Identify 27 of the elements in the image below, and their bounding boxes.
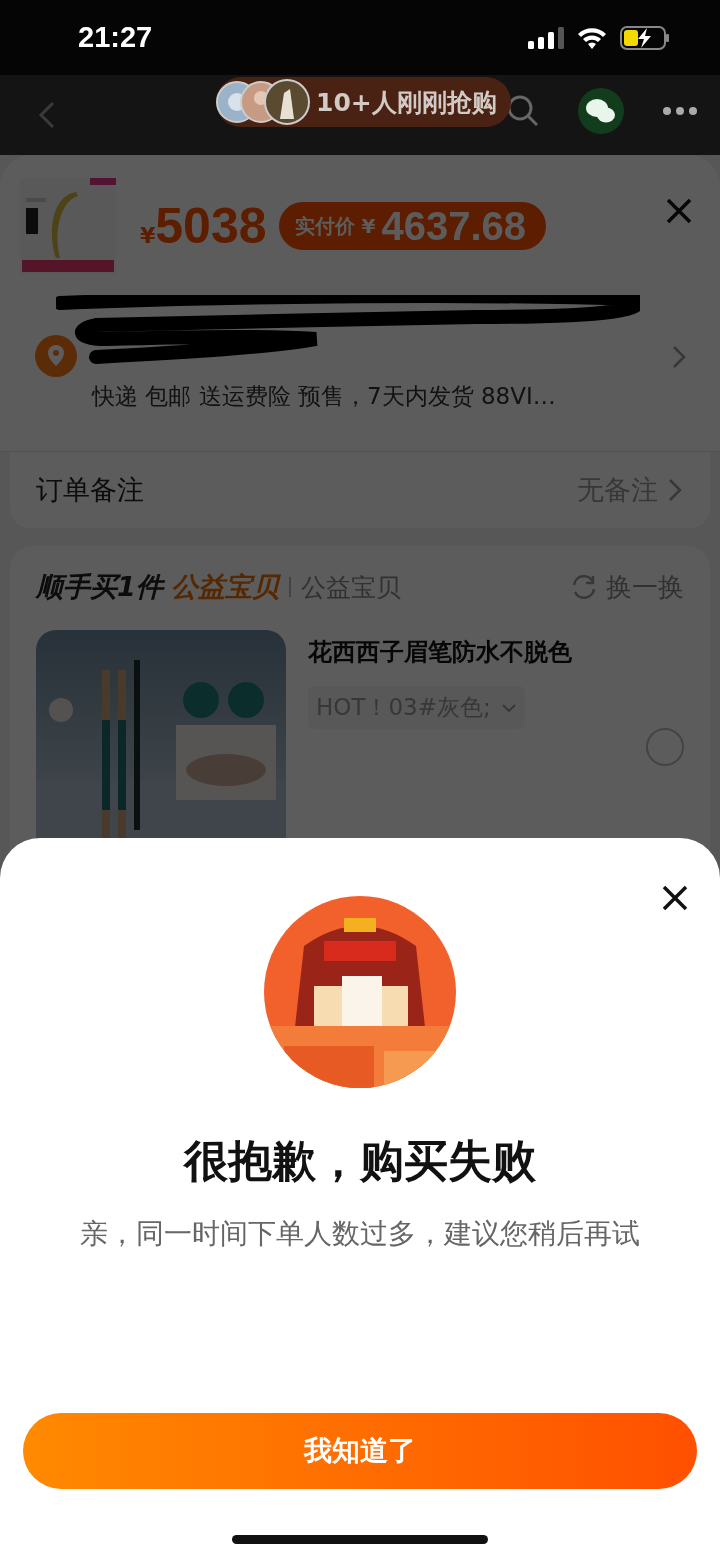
shipping-info: 快递 包邮 送运费险 预售，7天内发货 88VI… (92, 382, 556, 411)
close-icon[interactable] (662, 885, 688, 911)
price: 5038 (155, 197, 267, 255)
search-icon[interactable] (506, 94, 540, 128)
addon-highlight: 公益宝贝 (170, 570, 279, 604)
signal-icon (528, 26, 564, 49)
chevron-right-icon[interactable] (672, 345, 686, 369)
remark-label: 订单备注 (36, 473, 144, 507)
more-icon[interactable] (662, 106, 698, 116)
avatar-icon (264, 79, 310, 125)
paid-price-badge: 实付价 ¥4637.68 (278, 202, 547, 250)
caret-icon (500, 702, 517, 713)
location-icon (35, 335, 77, 377)
refresh-icon (570, 573, 598, 601)
wifi-icon (576, 25, 608, 50)
confirm-button[interactable]: 我知道了 (23, 1413, 697, 1489)
chevron-right-icon (668, 478, 682, 502)
dialog-message: 亲，同一时间下单人数过多，建议您稍后再试 (80, 1216, 640, 1252)
dialog-title: 很抱歉，购买失败 (184, 1134, 536, 1188)
select-radio[interactable] (646, 728, 684, 766)
chat-icon[interactable] (578, 88, 624, 134)
currency-symbol: ¥ (140, 223, 156, 248)
product-title: 花西西子眉笔防水不脱色 (308, 637, 572, 668)
social-proof-text: 10+人刚刚抢购 (316, 86, 497, 119)
clock-time: 21:27 (78, 21, 153, 54)
addon-title: 顺手买1件 (36, 570, 163, 604)
battery-icon (620, 25, 670, 50)
